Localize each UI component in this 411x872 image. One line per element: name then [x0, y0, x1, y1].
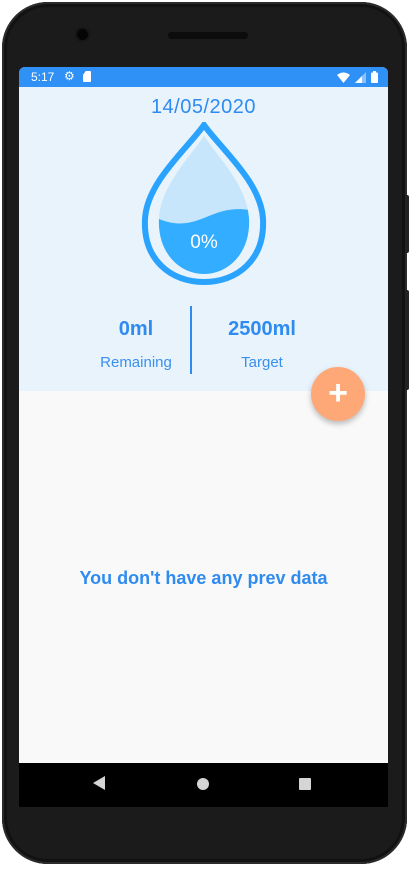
target-label: Target: [241, 354, 283, 371]
target-stat: 2500ml Target: [197, 318, 327, 371]
volume-button: [405, 195, 409, 253]
cellular-signal-icon: [355, 71, 366, 83]
water-drop-icon: [141, 122, 267, 286]
home-icon[interactable]: [197, 778, 209, 790]
remaining-stat: 0ml Remaining: [71, 318, 201, 371]
progress-percent: 0%: [190, 232, 218, 253]
power-button: [405, 290, 409, 390]
remaining-label: Remaining: [100, 354, 172, 371]
recents-icon[interactable]: [299, 778, 311, 790]
gear-icon: ⚙: [64, 69, 75, 83]
app-screen: 5:17 ⚙ 14/05/2020 0% 0ml Remaining 2500m…: [19, 67, 388, 763]
empty-history-message: You don't have any prev data: [79, 568, 328, 588]
current-date: 14/05/2020: [150, 96, 257, 118]
system-navigation-bar: [19, 763, 388, 807]
target-value: 2500ml: [228, 318, 296, 340]
status-indicators: [337, 71, 378, 83]
status-time: 5:17: [31, 70, 55, 84]
sd-card-icon: [83, 71, 91, 82]
wifi-icon: [337, 72, 350, 83]
status-bar: 5:17 ⚙: [19, 67, 388, 87]
device-frame: 5:17 ⚙ 14/05/2020 0% 0ml Remaining 2500m…: [0, 0, 411, 872]
add-water-button[interactable]: +: [311, 367, 365, 421]
remaining-value: 0ml: [118, 318, 154, 340]
front-camera: [77, 29, 88, 40]
plus-icon: +: [328, 374, 348, 412]
battery-icon: [371, 71, 378, 83]
back-icon[interactable]: [93, 776, 105, 790]
stats-divider: [190, 306, 192, 374]
hydration-panel: 14/05/2020 0% 0ml Remaining 2500ml Targe…: [19, 87, 388, 391]
earpiece-speaker: [168, 32, 248, 39]
